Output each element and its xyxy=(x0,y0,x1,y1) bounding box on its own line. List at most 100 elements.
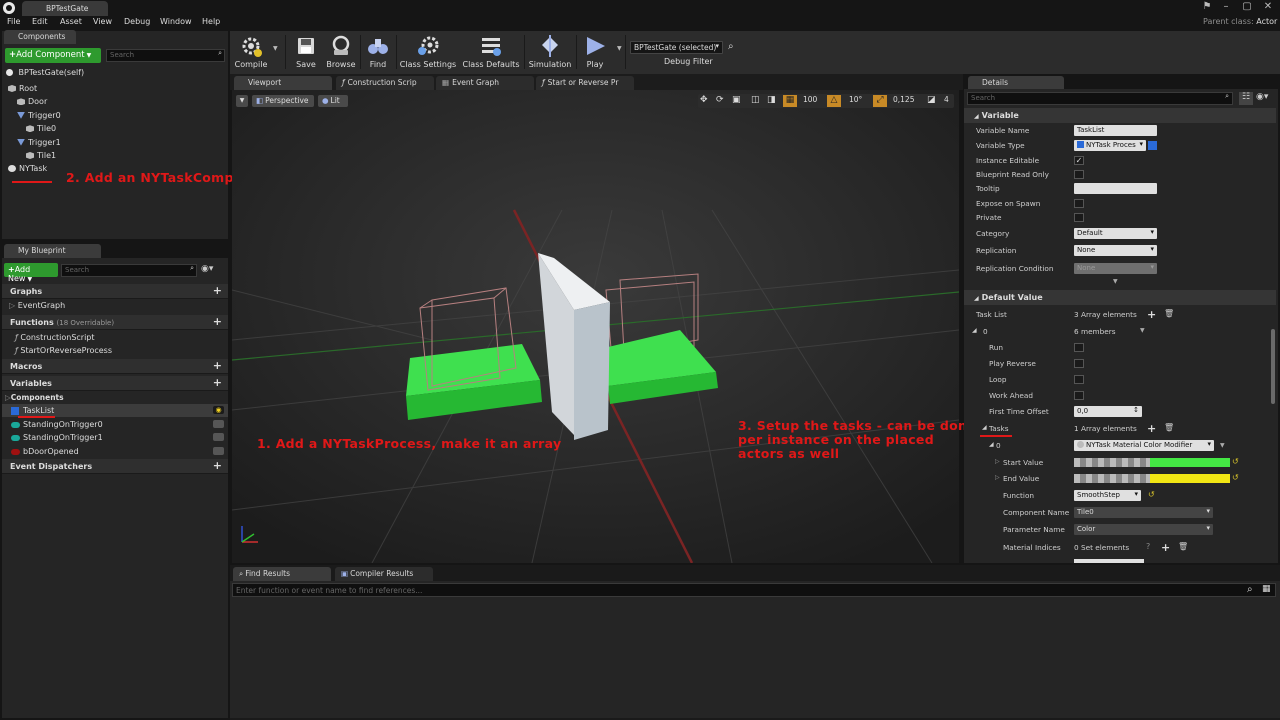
reset-to-default-icon[interactable]: ↺ xyxy=(1148,490,1155,499)
add-graph-icon[interactable]: + xyxy=(213,284,222,297)
add-macro-icon[interactable]: + xyxy=(213,359,222,372)
my-blueprint-search-input[interactable]: Search ⌕ xyxy=(61,264,197,277)
tab-viewport[interactable]: Viewport xyxy=(234,76,332,90)
event-graph-item[interactable]: ▷ EventGraph xyxy=(2,299,228,312)
add-element-icon[interactable]: + xyxy=(1161,541,1170,554)
add-function-icon[interactable]: + xyxy=(213,315,222,328)
private-checkbox[interactable] xyxy=(1074,213,1084,222)
task-options-icon[interactable]: ▼ xyxy=(1220,442,1225,449)
variable-name-input[interactable]: TaskList xyxy=(1074,125,1157,136)
browse-button[interactable]: Browse xyxy=(324,31,358,74)
rotation-snap-value[interactable]: 10° xyxy=(849,95,862,104)
macros-category[interactable]: Macros + xyxy=(2,359,228,374)
start-value-alpha-swatch[interactable] xyxy=(1074,458,1150,467)
play-reverse-checkbox[interactable] xyxy=(1074,359,1084,368)
search-icon[interactable]: ⌕ xyxy=(1247,584,1253,595)
grid-snap-value[interactable]: 100 xyxy=(803,95,817,104)
run-checkbox[interactable] xyxy=(1074,343,1084,352)
reset-to-default-icon[interactable]: ↺ xyxy=(1232,457,1239,466)
details-search-input[interactable]: Search ⌕ xyxy=(967,92,1233,105)
close-icon[interactable]: ✕ xyxy=(1261,1,1275,13)
world-local-icon[interactable]: ◫ xyxy=(751,95,760,105)
add-variable-icon[interactable]: + xyxy=(213,376,222,389)
instance-editable-checkbox[interactable]: ✓ xyxy=(1074,156,1084,165)
parent-class-value[interactable]: Actor xyxy=(1256,17,1277,26)
function-select[interactable]: SmoothStep xyxy=(1074,490,1141,501)
menu-view[interactable]: View xyxy=(93,17,112,29)
replication-select[interactable]: None xyxy=(1074,245,1157,256)
collapse-arrow-icon[interactable]: ◢ xyxy=(982,424,987,431)
surface-snap-icon[interactable]: ◨ xyxy=(767,95,776,105)
loop-checkbox[interactable] xyxy=(1074,375,1084,384)
find-button[interactable]: Find xyxy=(363,31,393,74)
tab-find-results[interactable]: ⌕ Find Results xyxy=(233,567,331,581)
view-options-icon[interactable]: ◉▾ xyxy=(201,264,213,274)
end-value-alpha-swatch[interactable] xyxy=(1074,474,1150,483)
play-options-icon[interactable]: ▼ xyxy=(617,45,622,52)
eye-closed-icon[interactable] xyxy=(213,419,224,428)
translate-icon[interactable]: ✥ xyxy=(700,95,708,105)
debug-object-select[interactable]: BPTestGate (selected) xyxy=(630,41,723,54)
menu-window[interactable]: Window xyxy=(160,17,192,29)
menu-debug[interactable]: Debug xyxy=(124,17,150,29)
component-tree-item[interactable]: Tile1 xyxy=(26,151,56,163)
play-button[interactable]: Play xyxy=(579,31,611,74)
collapse-arrow-icon[interactable]: ◢ xyxy=(972,327,977,334)
compile-button[interactable]: Compile xyxy=(232,31,270,74)
tab-details[interactable]: Details xyxy=(968,76,1064,89)
parameter-name-select[interactable]: Color xyxy=(1074,524,1213,535)
expand-arrow-icon[interactable]: ▷ xyxy=(995,458,1000,465)
eye-closed-icon[interactable] xyxy=(213,433,224,441)
camera-speed-value[interactable]: 4 xyxy=(944,95,949,104)
first-time-offset-input[interactable]: 0,0 ↕ xyxy=(1074,406,1142,417)
event-dispatchers-category[interactable]: Event Dispatchers + xyxy=(2,459,228,474)
variable-item[interactable]: bDoorOpened xyxy=(2,445,228,458)
scale-snap-value[interactable]: 0,125 xyxy=(893,95,914,104)
tab-start-or-reverse[interactable]: ƒ Start or Reverse Pr xyxy=(536,76,634,90)
variables-category[interactable]: Variables + xyxy=(2,376,228,391)
reset-to-default-icon[interactable]: ↺ xyxy=(1232,473,1239,482)
expand-arrow-icon[interactable]: ▷ xyxy=(995,474,1000,481)
functions-category[interactable]: Functions (18 Overridable) + xyxy=(2,315,228,330)
find-references-input[interactable]: Enter function or event name to find ref… xyxy=(232,583,1276,597)
start-value-color-swatch[interactable] xyxy=(1150,458,1230,467)
collapse-arrow-icon[interactable]: ◢ xyxy=(989,441,994,448)
class-defaults-button[interactable]: Class Defaults xyxy=(461,31,521,74)
scale-icon[interactable]: ▣ xyxy=(732,95,741,105)
add-element-icon[interactable]: + xyxy=(1147,422,1156,435)
viewport-options-icon[interactable]: ▼ xyxy=(236,95,248,107)
advanced-expand-icon[interactable]: ▼ xyxy=(1113,278,1118,285)
components-search-input[interactable]: Search ⌕ xyxy=(106,49,225,62)
add-component-button[interactable]: +Add Component ▼ xyxy=(5,48,101,63)
add-dispatcher-icon[interactable]: + xyxy=(213,459,222,472)
menu-file[interactable]: File xyxy=(7,17,20,29)
expose-on-spawn-checkbox[interactable] xyxy=(1074,199,1084,208)
grid-snap-icon[interactable]: ▦ xyxy=(783,95,797,107)
component-tree-item[interactable]: Door xyxy=(17,97,47,109)
tab-my-blueprint[interactable]: My Blueprint xyxy=(4,244,101,258)
category-select[interactable]: Default xyxy=(1074,228,1157,239)
scale-snap-icon[interactable]: ⤢ xyxy=(873,95,887,107)
menu-help[interactable]: Help xyxy=(202,17,220,29)
simulation-button[interactable]: Simulation xyxy=(527,31,573,74)
component-tree-item[interactable]: Trigger0 xyxy=(17,111,61,123)
browse-debug-icon[interactable]: ⌕ xyxy=(728,41,734,52)
property-matrix-icon[interactable]: ☷ xyxy=(1239,92,1253,105)
variable-type-select[interactable]: NYTask Proces xyxy=(1074,140,1146,151)
tooltip-input[interactable] xyxy=(1074,183,1157,194)
next-row-input[interactable] xyxy=(1074,559,1144,563)
blueprint-read-only-checkbox[interactable] xyxy=(1074,170,1084,179)
component-name-select[interactable]: Tile0 xyxy=(1074,507,1213,518)
variables-components-group[interactable]: ▷Components xyxy=(2,392,228,403)
minimize-icon[interactable]: – xyxy=(1219,1,1233,13)
end-value-color-swatch[interactable] xyxy=(1150,474,1230,483)
menu-edit[interactable]: Edit xyxy=(32,17,48,29)
maximize-icon[interactable]: ▢ xyxy=(1240,1,1254,13)
variable-item[interactable]: StandingOnTrigger1 xyxy=(2,431,228,444)
tab-event-graph[interactable]: ▦ Event Graph xyxy=(436,76,534,90)
save-button[interactable]: Save xyxy=(290,31,322,74)
function-item[interactable]: ƒ StartOrReverseProcess xyxy=(2,344,228,357)
component-tree-item[interactable]: Trigger1 xyxy=(17,138,61,150)
tab-components[interactable]: Components xyxy=(4,30,76,44)
details-scrollbar[interactable] xyxy=(1271,329,1275,404)
